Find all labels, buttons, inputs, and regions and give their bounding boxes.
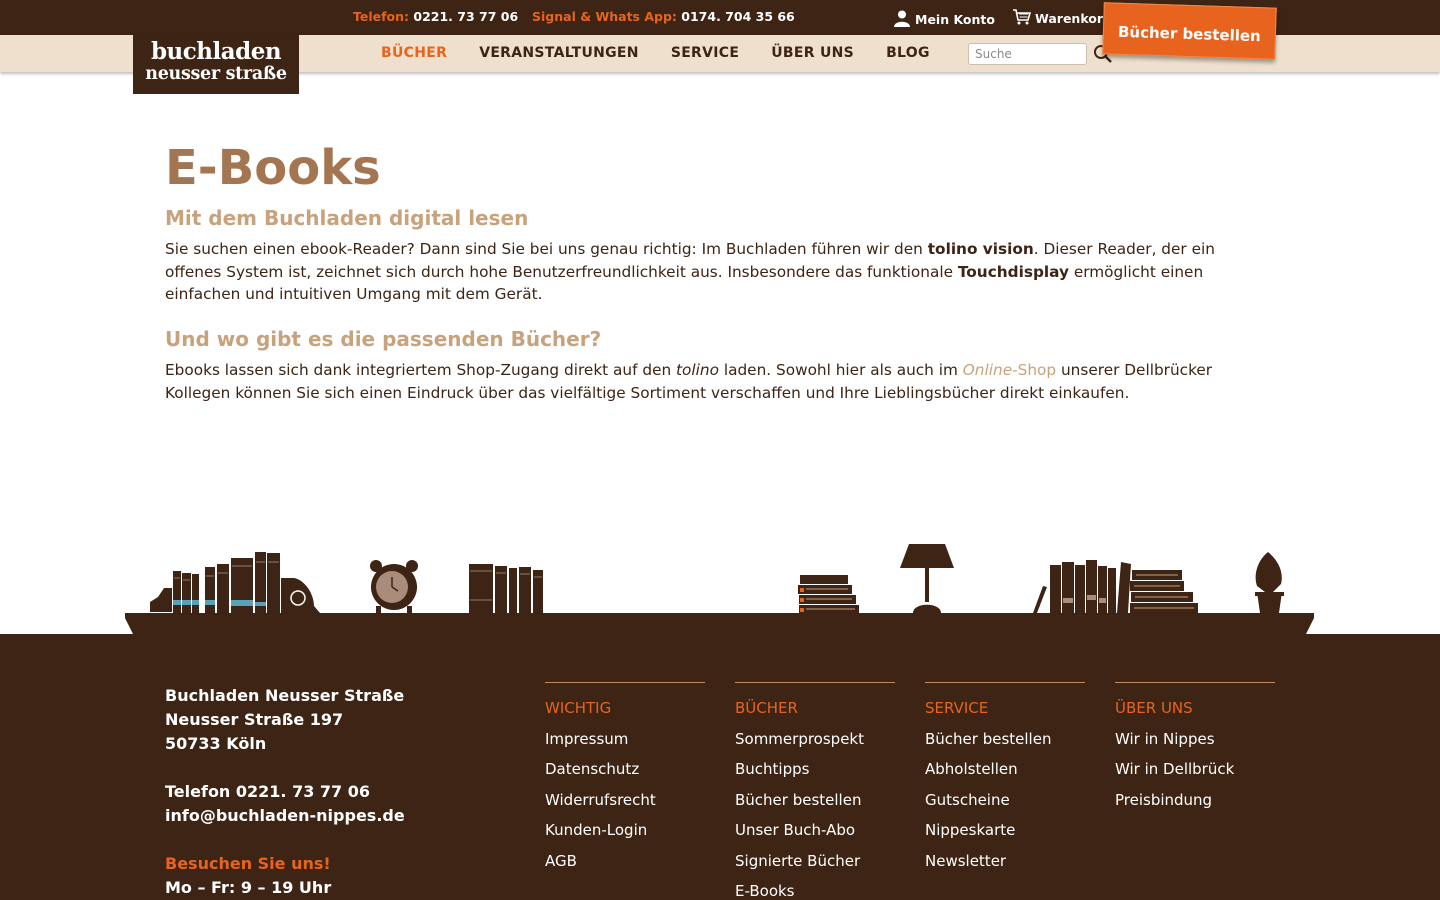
order-books-button[interactable]: Bücher bestellen xyxy=(1102,2,1277,60)
footer-column-buecher: BÜCHER Sommerprospekt Buchtipps Bücher b… xyxy=(735,682,895,900)
messenger-label: Signal & Whats App: xyxy=(532,9,677,24)
search-input[interactable] xyxy=(968,43,1087,65)
visit-heading: Besuchen Sie uns! xyxy=(165,854,331,873)
section-heading-books: Und wo gibt es die passenden Bücher? xyxy=(165,327,602,352)
user-icon xyxy=(893,9,911,30)
logo-line-2: neusser straße xyxy=(145,64,287,84)
footer-column-title: SERVICE xyxy=(925,699,989,717)
nav-item-buecher[interactable]: BÜCHER xyxy=(381,45,447,61)
account-link[interactable]: Mein Konto xyxy=(893,9,995,30)
main-content: E-Books Mit dem Buchladen digital lesen … xyxy=(165,140,1275,405)
nav-item-veranstaltungen[interactable]: VERANSTALTUNGEN xyxy=(479,45,639,61)
footer-link[interactable]: Bücher bestellen xyxy=(925,730,1085,760)
messenger-number[interactable]: 0174. 704 35 66 xyxy=(681,9,794,24)
section-text-digital: Sie suchen einen ebook-Reader? Dann sind… xyxy=(165,240,1215,304)
footer-link[interactable]: Impressum xyxy=(545,730,705,760)
cart-label: Warenkorb xyxy=(1035,11,1112,26)
footer-column-service: SERVICE Bücher bestellen Abholstellen Gu… xyxy=(925,682,1085,882)
footer-link[interactable]: E-Books xyxy=(735,882,895,900)
nav-item-blog[interactable]: BLOG xyxy=(886,45,930,61)
opening-hours: Mo – Fr: 9 – 19 Uhr xyxy=(165,878,332,897)
shop-email[interactable]: info@buchladen-nippes.de xyxy=(165,804,405,828)
footer-column-title: BÜCHER xyxy=(735,699,798,717)
main-nav: BÜCHER VERANSTALTUNGEN SERVICE ÜBER UNS … xyxy=(381,45,930,61)
footer-link[interactable]: Newsletter xyxy=(925,852,1085,882)
footer-link[interactable]: Widerrufsrecht xyxy=(545,791,705,821)
footer-link[interactable]: Gutscheine xyxy=(925,791,1085,821)
shop-street: Neusser Straße 197 xyxy=(165,710,344,729)
cart-icon xyxy=(1013,9,1032,28)
shop-phone[interactable]: Telefon 0221. 73 77 06 xyxy=(165,780,405,804)
footer-link[interactable]: Nippeskarte xyxy=(925,821,1085,851)
shop-name: Buchladen Neusser Straße xyxy=(165,686,405,705)
messenger-contact[interactable]: Signal & Whats App: 0174. 704 35 66 xyxy=(532,9,795,24)
footer-link[interactable]: Buchtipps xyxy=(735,760,895,790)
footer-link[interactable]: Unser Buch-Abo xyxy=(735,821,895,851)
online-shop-link[interactable]: Online-Shop xyxy=(963,361,1056,379)
phone-label: Telefon: xyxy=(353,9,410,24)
nav-item-ueber-uns[interactable]: ÜBER UNS xyxy=(771,45,854,61)
footer-link[interactable]: Preisbindung xyxy=(1115,791,1275,821)
footer-column-wichtig: WICHTIG Impressum Datenschutz Widerrufsr… xyxy=(545,682,705,882)
cart-link[interactable]: Warenkorb xyxy=(1013,9,1112,28)
page-title: E-Books xyxy=(165,140,381,196)
footer-link[interactable]: Datenschutz xyxy=(545,760,705,790)
shop-city: 50733 Köln xyxy=(165,734,267,753)
footer-link[interactable]: Kunden-Login xyxy=(545,821,705,851)
footer-link[interactable]: Abholstellen xyxy=(925,760,1085,790)
section-heading-digital: Mit dem Buchladen digital lesen xyxy=(165,206,529,230)
bookshelf-illustration xyxy=(125,544,1314,634)
footer-column-title: WICHTIG xyxy=(545,699,612,717)
footer-column-title: ÜBER UNS xyxy=(1115,699,1193,717)
footer-link[interactable]: AGB xyxy=(545,852,705,882)
phone-contact[interactable]: Telefon: 0221. 73 77 06 xyxy=(353,9,518,24)
section-text-books: Ebooks lassen sich dank integriertem Sho… xyxy=(165,361,1213,402)
footer-column-ueber-uns: ÜBER UNS Wir in Nippes Wir in Dellbrück … xyxy=(1115,682,1275,821)
footer-link[interactable]: Wir in Dellbrück xyxy=(1115,760,1275,790)
site-footer: Buchladen Neusser Straße Neusser Straße … xyxy=(0,634,1440,900)
footer-link[interactable]: Bücher bestellen xyxy=(735,791,895,821)
phone-number[interactable]: 0221. 73 77 06 xyxy=(413,9,518,24)
footer-address: Buchladen Neusser Straße Neusser Straße … xyxy=(165,684,405,900)
site-logo[interactable]: buchladen neusser straße xyxy=(133,35,299,94)
footer-link[interactable]: Signierte Bücher xyxy=(735,852,895,882)
logo-line-1: buchladen xyxy=(150,38,282,65)
footer-link[interactable]: Sommerprospekt xyxy=(735,730,895,760)
footer-link[interactable]: Wir in Nippes xyxy=(1115,730,1275,760)
nav-item-service[interactable]: SERVICE xyxy=(671,45,739,61)
account-label: Mein Konto xyxy=(915,12,995,27)
